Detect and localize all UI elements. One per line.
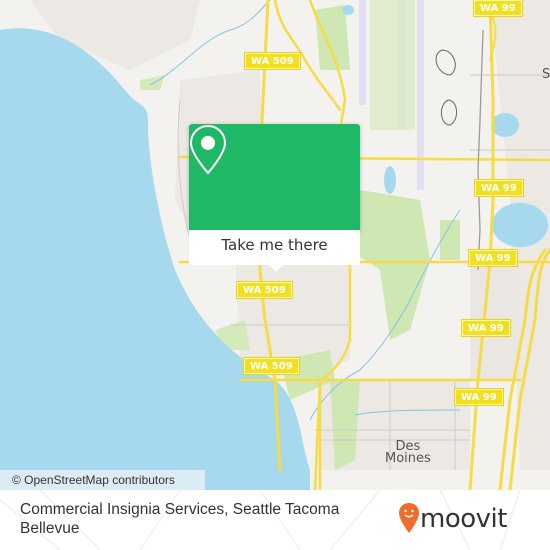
route-shield-wa99: WA 99 (468, 249, 518, 267)
location-popup: Take me there (189, 124, 360, 272)
lake (342, 5, 354, 15)
lake (491, 113, 519, 137)
route-shield-wa509: WA 509 (244, 52, 301, 70)
moovit-wordmark: moovit (420, 504, 507, 534)
footer: Commercial Insignia Services, Seattle Ta… (0, 490, 550, 550)
place-label-des-moines: Des Moines (385, 439, 431, 466)
route-shield-wa99: WA 99 (473, 0, 523, 17)
route-shield-wa99: WA 99 (454, 388, 504, 406)
airfield-grass (370, 0, 415, 130)
park (315, 5, 350, 70)
popup-header (189, 124, 360, 230)
route-shield-wa99: WA 99 (474, 179, 524, 197)
route-shield-wa99: WA 99 (461, 319, 511, 337)
popup-pointer (267, 263, 285, 272)
place-label-seatac: S (542, 67, 550, 82)
runway (417, 0, 424, 190)
place-title: Commercial Insignia Services, Seattle Ta… (20, 501, 340, 537)
map-pin-icon (189, 124, 227, 175)
moovit-pin-icon (399, 503, 419, 533)
take-me-there-button[interactable]: Take me there (189, 230, 360, 265)
map-attribution[interactable]: © OpenStreetMap contributors (0, 470, 205, 490)
route-shield-wa509: WA 509 (236, 281, 293, 299)
lake (384, 166, 396, 194)
route-shield-wa509: WA 509 (243, 357, 300, 375)
lake (492, 203, 548, 247)
map[interactable]: WA 509 WA 509 WA 509 WA 99 WA 99 WA 99 W… (0, 0, 550, 490)
runway (359, 0, 366, 105)
